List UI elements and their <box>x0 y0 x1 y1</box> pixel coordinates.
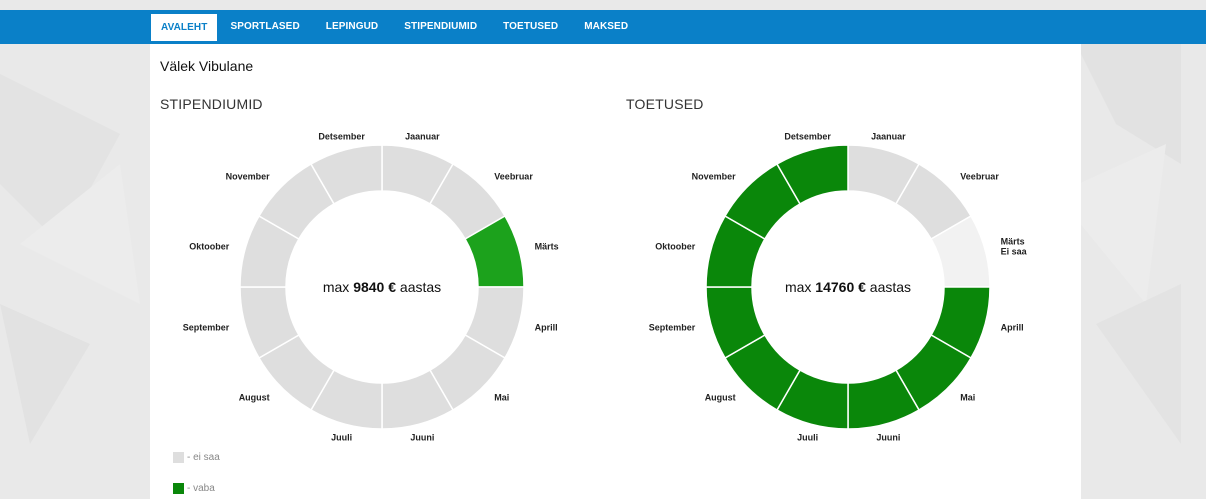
nav-item-maksed[interactable]: MAKSED <box>571 10 641 44</box>
month-label-text: Märts <box>1001 237 1025 247</box>
month-label-marts: Märts Ei saa <box>1001 237 1028 257</box>
month-label-veebruar: Veebruar <box>960 172 999 182</box>
center-amount: 9840 € <box>353 279 396 295</box>
month-label-juuli: Juuli <box>331 433 352 443</box>
top-navigation-bar: AVALEHT SPORTLASED LEPINGUD STIPENDIUMID… <box>0 10 1206 44</box>
month-label-juuli: Juuli <box>797 433 818 443</box>
month-label-veebruar: Veebruar <box>494 172 533 182</box>
nav-item-lepingud[interactable]: LEPINGUD <box>313 10 391 44</box>
month-label-detsember: Detsember <box>318 131 365 141</box>
user-name: Välek Vibulane <box>160 58 254 74</box>
donut-center-text: max 9840 € aastas <box>323 279 441 295</box>
background-decoration-left <box>0 44 150 499</box>
nav-menu: AVALEHT SPORTLASED LEPINGUD STIPENDIUMID… <box>151 10 641 44</box>
nav-item-toetused[interactable]: TOETUSED <box>490 10 571 44</box>
center-prefix: max <box>785 279 815 295</box>
month-label-mai: Mai <box>960 392 975 402</box>
center-suffix: aastas <box>866 279 911 295</box>
month-label-jaanuar: Jaanuar <box>405 131 440 141</box>
month-label-oktoober: Oktoober <box>655 242 696 252</box>
center-suffix: aastas <box>396 279 441 295</box>
month-label-juuni: Juuni <box>876 433 900 443</box>
month-label-marts: Märts <box>535 242 559 252</box>
nav-item-avaleht[interactable]: AVALEHT <box>151 14 218 41</box>
stipendiumid-donut-chart: Jaanuar Veebruar Märts Aprill Mai Juuni Juuli A… <box>150 131 580 447</box>
center-amount: 14760 € <box>815 279 866 295</box>
legend-label-ei-saa: - ei saa <box>187 452 220 463</box>
month-label-aprill: Aprill <box>1001 322 1024 332</box>
donut-center-text: max 14760 € aastas <box>785 279 911 295</box>
legend-swatch-vaba <box>173 483 184 494</box>
center-prefix: max <box>323 279 353 295</box>
nav-item-stipendiumid[interactable]: STIPENDIUMID <box>391 10 490 44</box>
main-content: Välek Vibulane STIPENDIUMID TOETUSED Jaa… <box>150 44 1081 499</box>
month-label-detsember: Detsember <box>784 131 831 141</box>
legend-ei-saa: - ei saa <box>173 452 220 463</box>
month-label-november: November <box>226 172 271 182</box>
month-label-august: August <box>239 392 270 402</box>
month-label-september: September <box>649 322 696 332</box>
legend-swatch-ei-saa <box>173 452 184 463</box>
month-label-september: September <box>183 322 230 332</box>
toetused-donut-chart: Jaanuar Veebruar Märts Ei saa Aprill Mai Juuni… <box>616 131 1046 447</box>
month-sublabel-text: Ei saa <box>1001 247 1028 257</box>
toetused-title: TOETUSED <box>626 96 704 112</box>
month-label-aprill: Aprill <box>535 322 558 332</box>
month-label-jaanuar: Jaanuar <box>871 131 906 141</box>
stipendiumid-title: STIPENDIUMID <box>160 96 263 112</box>
month-label-juuni: Juuni <box>410 433 434 443</box>
legend-label-vaba: - vaba <box>187 483 215 494</box>
month-label-mai: Mai <box>494 392 509 402</box>
nav-item-sportlased[interactable]: SPORTLASED <box>217 10 312 44</box>
month-label-november: November <box>692 172 737 182</box>
month-label-august: August <box>705 392 736 402</box>
legend-vaba: - vaba <box>173 483 215 494</box>
month-label-oktoober: Oktoober <box>189 242 230 252</box>
